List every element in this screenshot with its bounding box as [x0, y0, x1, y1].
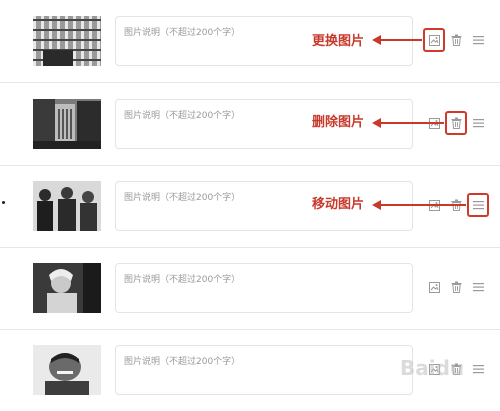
trash-icon[interactable] — [446, 277, 466, 297]
trash-icon[interactable] — [446, 30, 466, 50]
row-actions — [424, 277, 488, 297]
image-row: 图片说明（不超过200个字） — [0, 83, 500, 166]
image-row: 图片说明（不超过200个字） — [0, 0, 500, 83]
image-replace-icon[interactable] — [424, 195, 444, 215]
image-thumbnail[interactable] — [33, 345, 101, 395]
drag-handle-icon[interactable] — [468, 195, 488, 215]
annotation-label: 移动图片 — [312, 197, 365, 212]
drag-handle-icon[interactable] — [468, 359, 488, 379]
row-actions — [424, 113, 488, 133]
image-thumbnail[interactable] — [33, 181, 101, 231]
caption-input[interactable]: 图片说明（不超过200个字） — [115, 345, 413, 395]
bullet-dot — [2, 201, 5, 204]
caption-input[interactable]: 图片说明（不超过200个字） — [115, 99, 413, 149]
trash-icon[interactable] — [446, 195, 466, 215]
image-thumbnail[interactable] — [33, 99, 101, 149]
row-actions — [424, 30, 488, 50]
row-actions — [424, 195, 488, 215]
drag-handle-icon[interactable] — [468, 277, 488, 297]
image-row: 图片说明（不超过200个字） — [0, 247, 500, 330]
annotation-label: 删除图片 — [312, 115, 365, 130]
image-replace-icon[interactable] — [424, 113, 444, 133]
annotation-label: 更换图片 — [312, 34, 365, 49]
baidu-watermark: Baidu — [400, 356, 465, 380]
image-row: 图片说明（不超过200个字） — [0, 165, 500, 248]
caption-input[interactable]: 图片说明（不超过200个字） — [115, 16, 413, 66]
caption-input[interactable]: 图片说明（不超过200个字） — [115, 263, 413, 313]
caption-input[interactable]: 图片说明（不超过200个字） — [115, 181, 413, 231]
drag-handle-icon[interactable] — [468, 30, 488, 50]
image-thumbnail[interactable] — [33, 16, 101, 66]
drag-handle-icon[interactable] — [468, 113, 488, 133]
image-replace-icon[interactable] — [424, 30, 444, 50]
image-thumbnail[interactable] — [33, 263, 101, 313]
trash-icon[interactable] — [446, 113, 466, 133]
image-replace-icon[interactable] — [424, 277, 444, 297]
